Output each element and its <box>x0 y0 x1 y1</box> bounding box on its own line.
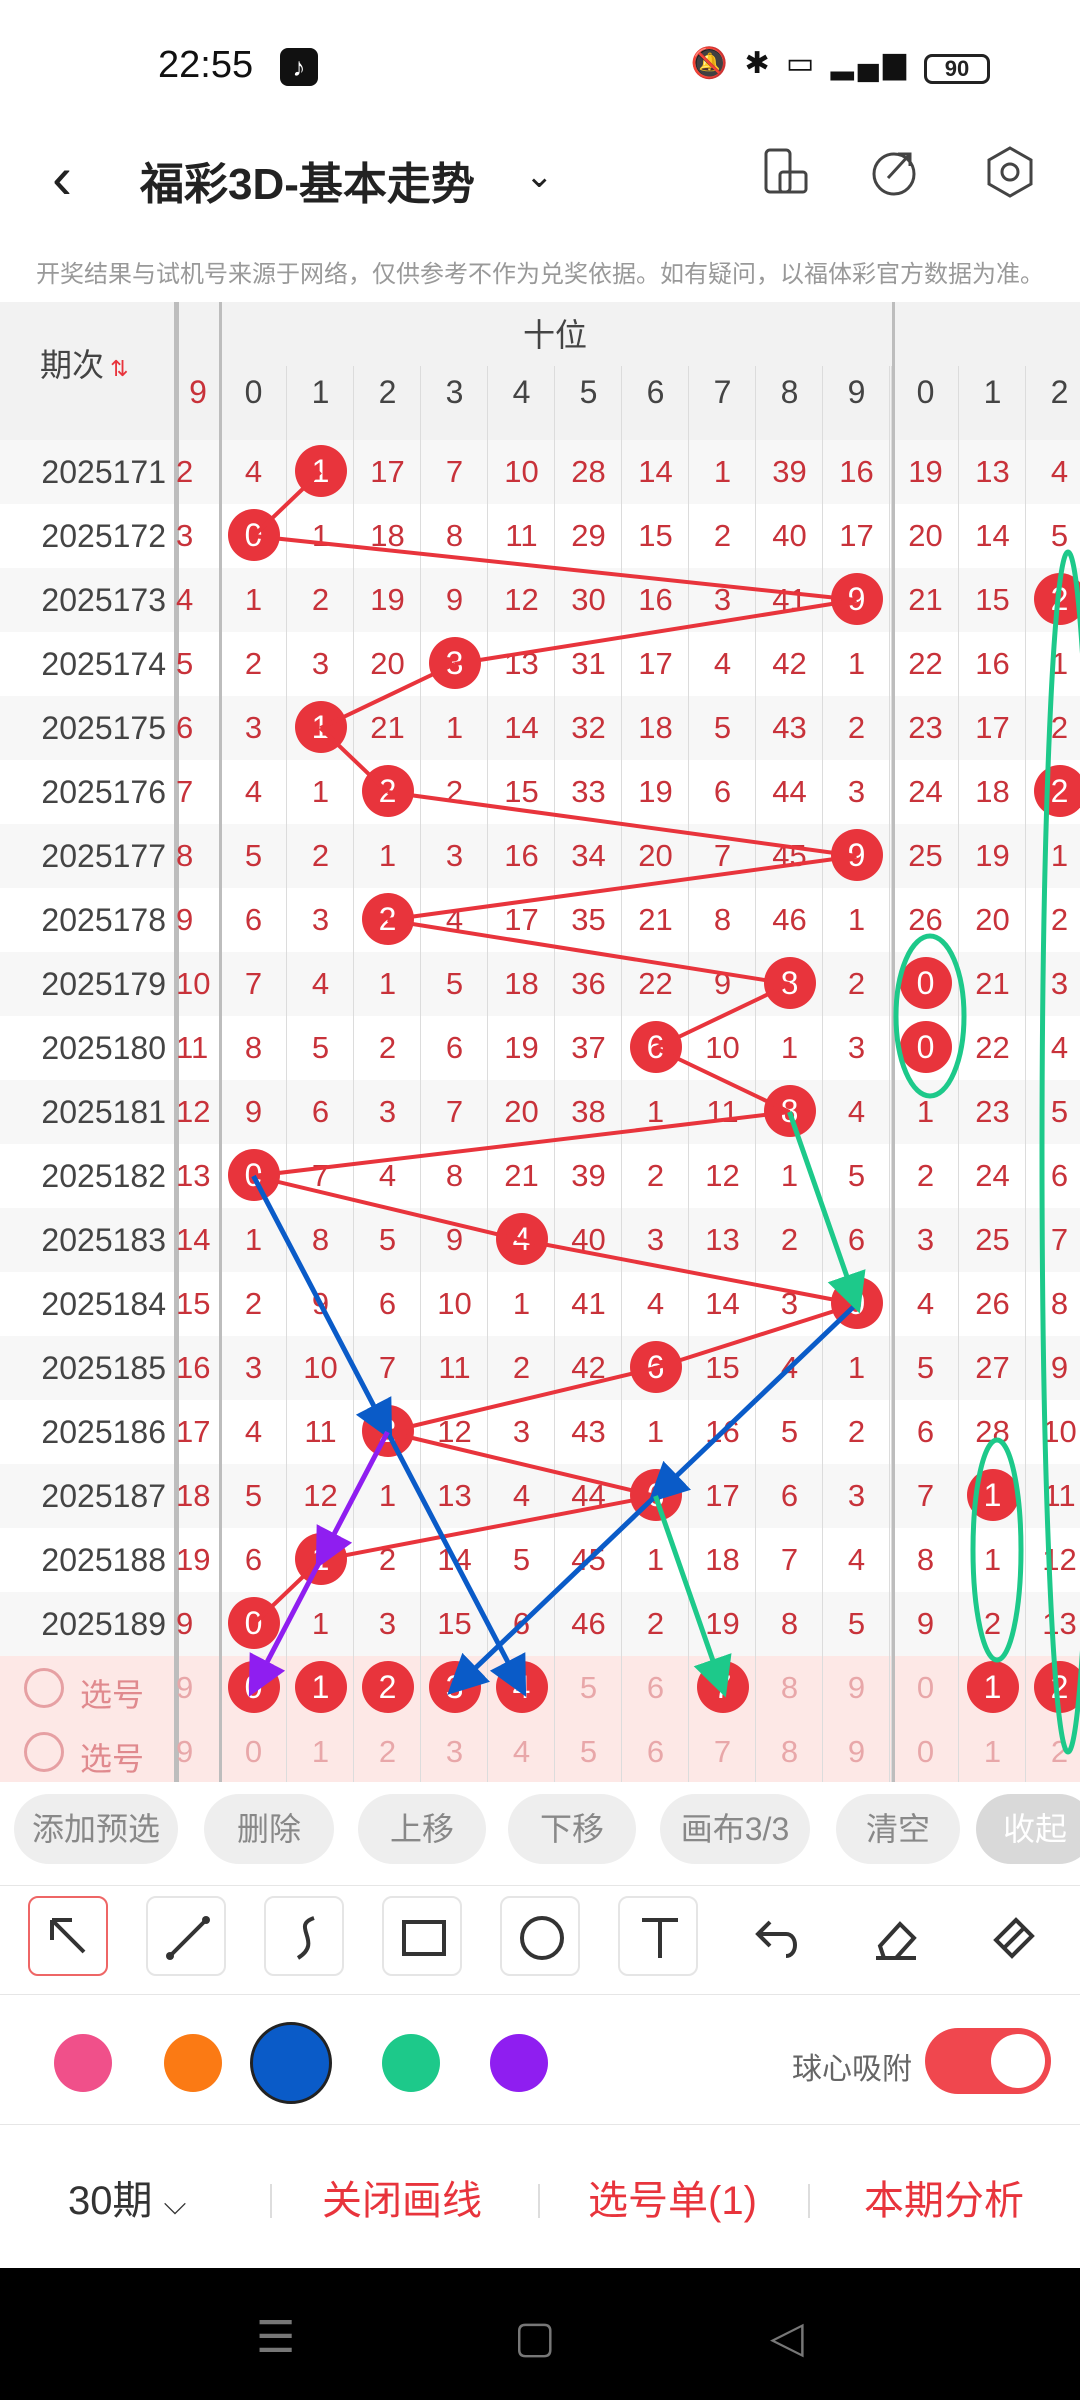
battery-indicator: 90 <box>924 54 990 84</box>
drawn-arrow[interactable] <box>251 1174 393 1441</box>
curve-tool-icon-glyph <box>296 1916 315 1960</box>
color-swatch[interactable] <box>382 2034 440 2092</box>
drawn-ellipse[interactable] <box>1039 549 1080 1755</box>
divider <box>538 2184 540 2218</box>
snap-label: 球心吸附 <box>792 2053 912 2086</box>
circle-tool-icon-glyph <box>520 1916 564 1960</box>
arrow-tool-icon[interactable] <box>28 1896 108 1976</box>
drawn-arrow[interactable] <box>653 1495 732 1698</box>
trend-line <box>654 1046 791 1114</box>
drawn-ellipse[interactable] <box>893 933 967 1099</box>
line-tool-icon[interactable] <box>146 1896 226 1976</box>
action-button[interactable]: 画布3/3 <box>660 1794 810 1864</box>
divider <box>270 2184 272 2218</box>
curve-tool-icon[interactable] <box>264 1896 344 1976</box>
drawn-ellipse[interactable] <box>970 1437 1024 1663</box>
status-bar: 22:55 ♪ 🔕 ✱ ▭ ▂▄▆ 90 <box>0 0 1080 130</box>
disclaimer-text: 开奖结果与试机号来源于网络，仅供参考不作为兑奖依据。如有疑问，以福体彩官方数据为… <box>36 261 1044 288</box>
orientation-icon[interactable] <box>756 144 812 200</box>
drawn-arrow[interactable] <box>315 1430 390 1569</box>
selection-actions: 添加预选 删除 上移 下移 画布3/3 清空 收起 <box>0 1788 1080 1878</box>
trend-line <box>387 854 857 922</box>
trend-line <box>319 662 456 730</box>
tiktok-icon: ♪ <box>280 48 318 86</box>
settings-icon[interactable] <box>982 144 1038 200</box>
eraser-icon-glyph <box>876 1921 917 1960</box>
trend-line <box>253 1174 522 1242</box>
color-swatch[interactable] <box>54 2034 112 2092</box>
system-nav-bar: ☰ ▢ ◁ <box>0 2268 1080 2400</box>
rectangle-tool-icon[interactable] <box>382 1896 462 1976</box>
line-tool-icon-glyph <box>166 1916 210 1960</box>
color-swatch[interactable] <box>250 2022 332 2104</box>
menu-icon[interactable]: ☰ <box>256 2312 295 2363</box>
status-icons: 🔕 ✱ ▭ ▂▄▆ <box>690 47 910 80</box>
clear-brush-icon[interactable] <box>972 1896 1052 1976</box>
arrow-tool-icon-glyph <box>50 1918 86 1954</box>
undo-icon-glyph <box>755 1920 797 1958</box>
close-lines-button[interactable]: 关闭画线 <box>322 2168 482 2226</box>
trend-line <box>252 470 322 538</box>
toggle-knob <box>991 2034 1045 2088</box>
trend-line <box>654 982 791 1050</box>
chevron-down-icon: ⌵ <box>163 2188 187 2221</box>
trend-line <box>387 1366 656 1434</box>
bottom-bar: 30期 ⌵ 关闭画线 选号单(1) 本期分析 <box>0 2128 1080 2268</box>
period-count-selector[interactable]: 30期 ⌵ <box>68 2168 186 2226</box>
status-time: 22:55 <box>158 44 254 86</box>
trend-line <box>252 1558 322 1626</box>
trend-line <box>320 1494 656 1562</box>
trend-line <box>387 1430 656 1498</box>
action-button[interactable]: 添加预选 <box>14 1794 178 1864</box>
drawn-arrow[interactable] <box>648 1302 859 1503</box>
clear-brush-icon-glyph <box>993 1917 1035 1959</box>
trend-line <box>319 726 389 794</box>
eraser-icon[interactable] <box>854 1896 934 1976</box>
action-button[interactable]: 收起 <box>976 1794 1080 1864</box>
analysis-button[interactable]: 本期分析 <box>864 2168 1024 2226</box>
color-picker: 球心吸附 <box>0 2000 1080 2125</box>
selection-list-button[interactable]: 选号单(1) <box>588 2168 757 2226</box>
drawn-arrow[interactable] <box>787 1111 866 1314</box>
drawing-toolbar <box>0 1885 1080 1995</box>
drawn-arrow[interactable] <box>385 1430 527 1697</box>
trend-line <box>387 790 857 858</box>
trend-chart: 期次 ⇅ 十位 9 0 1 2 3 4 5 6 7 8 9 0 1 2 2025171 2 4 1 17 7 10 28 14 1… <box>0 302 1080 1782</box>
action-button[interactable]: 清空 <box>836 1794 960 1864</box>
drawing-layer <box>248 470 1080 1755</box>
trend-line <box>387 918 790 986</box>
trend-line <box>253 1110 790 1178</box>
text-tool-icon[interactable] <box>618 1896 698 1976</box>
share-icon[interactable] <box>866 144 922 200</box>
color-swatch[interactable] <box>164 2034 222 2092</box>
action-button[interactable]: 下移 <box>508 1794 636 1864</box>
back-icon[interactable]: ‹ <box>52 148 72 208</box>
trend-line <box>521 1238 857 1306</box>
snap-toggle[interactable] <box>925 2028 1051 2094</box>
trend-line <box>253 534 857 602</box>
circle-tool-icon[interactable] <box>500 1896 580 1976</box>
drawn-arrow[interactable] <box>447 1494 658 1695</box>
rectangle-tool-icon-glyph <box>402 1920 446 1956</box>
home-icon[interactable]: ▢ <box>514 2312 556 2363</box>
undo-icon[interactable] <box>736 1896 816 1976</box>
back-nav-icon[interactable]: ◁ <box>770 2312 804 2363</box>
page-title[interactable]: 福彩3D-基本走势 <box>140 148 475 212</box>
period-count: 30期 <box>68 2179 153 2223</box>
title-bar: ‹ 福彩3D-基本走势 ⌄ <box>0 130 1080 240</box>
trend-line <box>454 598 857 666</box>
chevron-down-icon[interactable]: ⌄ <box>525 156 554 196</box>
action-button[interactable]: 删除 <box>204 1794 334 1864</box>
action-button[interactable]: 上移 <box>358 1794 486 1864</box>
divider <box>808 2184 810 2218</box>
text-tool-icon-glyph <box>642 1918 678 1958</box>
drawn-arrow[interactable] <box>248 1558 323 1697</box>
color-swatch[interactable] <box>490 2034 548 2092</box>
